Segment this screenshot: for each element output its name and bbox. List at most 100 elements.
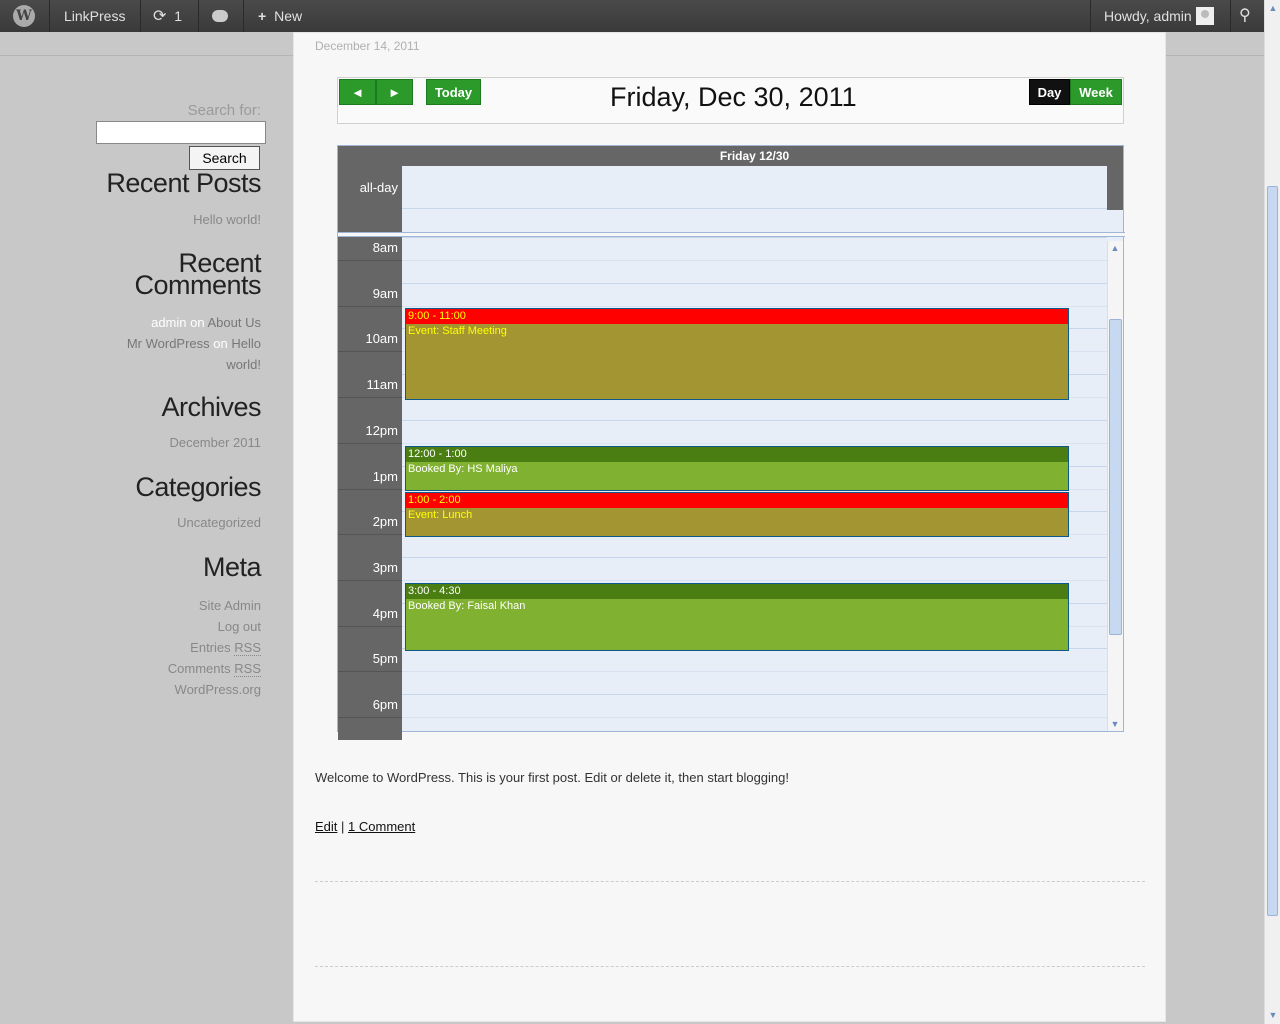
axis-divider [338,351,402,352]
comment-on: on [190,315,205,330]
recent-comments-heading: Recent Comments [134,250,261,300]
comment-author[interactable]: Mr WordPress [127,336,210,351]
comment-item-cont: world! [101,354,261,375]
comment-post-link[interactable]: About Us [208,315,261,330]
corner-cell [338,146,402,166]
page-scrollbar[interactable]: ▲ ▼ [1264,0,1280,1024]
calendar-title: Friday, Dec 30, 2011 [610,82,857,112]
plus-icon: + [258,8,267,24]
half-hour-gridline [402,260,1107,261]
half-hour-gridline [402,443,1107,444]
separator [1090,0,1091,32]
entries-label: Entries [190,640,231,655]
comments-rss-link[interactable]: Comments RSS [168,658,261,679]
event-time: 3:00 - 4:30 [406,584,1068,599]
hour-gridline [402,557,1107,558]
comment-on: on [213,336,228,351]
axis-divider [338,443,402,444]
scroll-down-icon[interactable]: ▼ [1268,1010,1278,1020]
comments-link[interactable] [212,0,228,32]
hour-gridline [402,237,1107,238]
comment-post-link[interactable]: Hello [231,336,261,351]
recent-post-link[interactable]: Hello world! [193,212,261,227]
scroll-up-icon[interactable]: ▲ [1110,243,1120,253]
allday-label: all-day [338,166,402,210]
calendar-event[interactable]: 9:00 - 11:00 Event: Staff Meeting [405,308,1069,400]
new-content-link[interactable]: + New [258,0,302,32]
calendar-header: ◄ ► Today Friday, Dec 30, 2011 Day Week [337,77,1124,124]
updates-link[interactable]: ⟳ 1 [153,0,182,32]
new-label: New [274,8,303,24]
log-out-link[interactable]: Log out [168,616,261,637]
event-time: 9:00 - 11:00 [406,309,1068,324]
category-link[interactable]: Uncategorized [177,515,261,530]
calendar-scroll-thumb[interactable] [1109,319,1122,635]
rss-abbr: RSS [234,640,261,656]
scroll-up-icon[interactable]: ▲ [1268,3,1278,13]
event-title: Event: Staff Meeting [406,324,1068,399]
site-name-link[interactable]: LinkPress [64,0,125,32]
edit-link[interactable]: Edit [315,819,337,834]
comment-item: Mr WordPress on Hello [101,333,261,354]
event-time: 1:00 - 2:00 [406,493,1068,508]
event-time: 12:00 - 1:00 [406,447,1068,462]
axis-divider [338,671,402,672]
day-column-header: Friday 12/30 [402,146,1107,166]
account-greeting[interactable]: Howdy, admin [1104,0,1192,32]
archives-heading: Archives [161,392,261,422]
archive-link[interactable]: December 2011 [169,435,261,450]
content-panel: December 14, 2011 ◄ ► Today Friday, Dec … [293,32,1166,1022]
entries-rss-link[interactable]: Entries RSS [168,637,261,658]
axis-divider [338,580,402,581]
search-input[interactable] [96,121,266,144]
week-view-button[interactable]: Week [1070,79,1122,105]
comment-author: admin [151,315,187,330]
half-hour-gridline [402,306,1107,307]
comments-link[interactable]: 1 Comment [348,819,415,834]
scroll-down-icon[interactable]: ▼ [1110,719,1120,729]
site-admin-link[interactable]: Site Admin [168,595,261,616]
calendar-event[interactable]: 1:00 - 2:00 Event: Lunch [405,492,1069,537]
allday-slot[interactable] [402,166,1107,210]
comment-item: admin on About Us [101,312,261,333]
meta-heading: Meta [202,552,262,582]
calendar-event[interactable]: 12:00 - 1:00 Booked By: HS Maliya [405,446,1069,491]
separator [1230,0,1231,32]
meta-list: Site Admin Log out Entries RSS Comments … [168,595,261,700]
search-label: Search for: [187,102,261,119]
event-title: Booked By: HS Maliya [406,462,1068,490]
search-button[interactable]: Search [189,146,260,170]
calendar-grid: Friday 12/30 all-day 8am 9am 10am 11am 12pm 1… [337,145,1125,740]
recent-posts-heading: Recent Posts [106,168,261,198]
axis-divider [338,260,402,261]
categories-heading: Categories [135,472,261,502]
avatar[interactable] [1196,7,1214,25]
wordpress-logo-icon[interactable]: W [13,5,35,27]
separator [49,0,50,32]
calendar-scrollbar[interactable]: ▲ ▼ [1107,241,1123,731]
today-button[interactable]: Today [426,79,481,105]
recent-comments-list: admin on About Us Mr WordPress on Hello … [101,312,261,375]
hour-gridline [402,420,1107,421]
calendar-event[interactable]: 3:00 - 4:30 Booked By: Faisal Khan [405,583,1069,651]
next-button[interactable]: ► [376,79,413,105]
day-view-button[interactable]: Day [1029,79,1070,105]
page-scroll-thumb[interactable] [1267,186,1278,916]
axis-divider [338,626,402,627]
hour-gridline [402,283,1107,284]
header-spacer [1107,146,1123,210]
post-date: December 14, 2011 [315,39,420,53]
event-title: Booked By: Faisal Khan [406,599,1068,650]
comment-post-link[interactable]: world! [226,357,261,372]
wordpress-org-link[interactable]: WordPress.org [168,679,261,700]
post-meta-links: Edit | 1 Comment [315,819,415,834]
link-separator: | [341,819,345,834]
search-icon[interactable]: ⚲ [1239,0,1251,32]
divider [315,881,1145,882]
half-hour-gridline [402,580,1107,581]
recent-comments-heading-line2: Comments [134,270,261,300]
axis-divider [338,306,402,307]
axis-divider [338,397,402,398]
prev-button[interactable]: ◄ [339,79,376,105]
axis-spacer [338,210,402,232]
